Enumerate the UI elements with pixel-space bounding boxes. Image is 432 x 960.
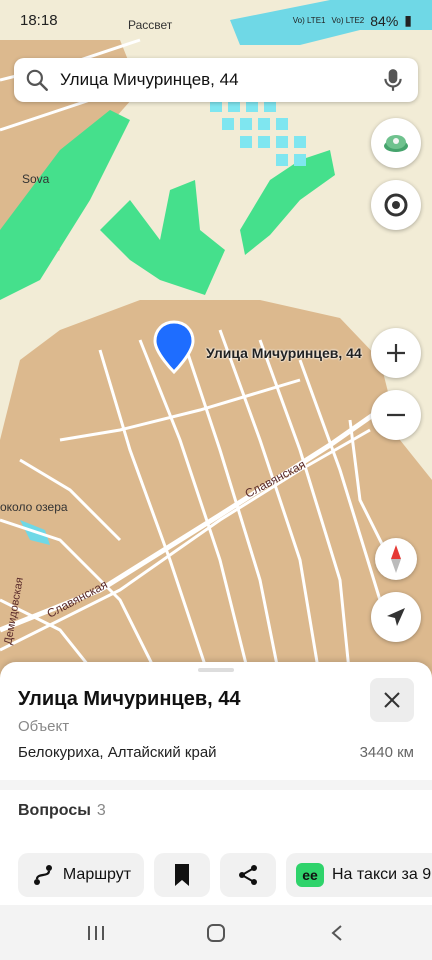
- home-icon[interactable]: [206, 924, 226, 942]
- network1-label: Vo) LTE1: [292, 16, 326, 25]
- assistant-ring-icon: [384, 193, 408, 217]
- section-divider: [0, 780, 432, 790]
- action-bar: Маршрут ee На такси за 9: [0, 845, 432, 905]
- navigation-arrow-icon: [387, 608, 405, 626]
- place-address: Белокуриха, Алтайский край: [18, 744, 217, 761]
- place-title: Улица Мичуринцев, 44: [18, 688, 241, 710]
- bookmark-icon: [175, 864, 189, 886]
- map-label-okolo-ozera: около озера: [0, 500, 68, 514]
- search-bar[interactable]: [14, 58, 418, 102]
- back-icon[interactable]: [330, 925, 344, 941]
- location-pin-icon[interactable]: [152, 320, 196, 376]
- status-bar: 18:18 Vo) LTE1 Vo) LTE2 84% ▮: [0, 0, 432, 40]
- zoom-in-button[interactable]: [371, 328, 421, 378]
- pin-label: Улица Мичуринцев, 44: [206, 345, 362, 361]
- route-button[interactable]: Маршрут: [18, 853, 144, 897]
- minus-icon: [387, 413, 405, 417]
- route-icon: [33, 865, 52, 885]
- alice-assistant-button[interactable]: [371, 180, 421, 230]
- place-type: Объект: [18, 718, 70, 735]
- microphone-icon[interactable]: [380, 67, 406, 93]
- sheet-handle[interactable]: [198, 668, 234, 672]
- bookmark-button[interactable]: [154, 853, 210, 897]
- close-button[interactable]: [370, 678, 414, 722]
- plus-icon: [387, 344, 405, 362]
- compass-icon: [391, 545, 401, 573]
- taxi-icon: ee: [296, 863, 324, 887]
- network2-label: Vo) LTE2: [331, 16, 365, 25]
- status-icons: Vo) LTE1 Vo) LTE2 84% ▮: [293, 12, 412, 29]
- questions-section[interactable]: Вопросы 3: [18, 802, 106, 820]
- layers-button[interactable]: [371, 118, 421, 168]
- system-navigation-bar: [0, 905, 432, 960]
- battery-icon: ▮: [404, 12, 412, 28]
- my-location-button[interactable]: [371, 592, 421, 642]
- recent-apps-icon[interactable]: [86, 925, 106, 941]
- taxi-button[interactable]: ee На такси за 9: [286, 853, 432, 897]
- compass-button[interactable]: [375, 538, 417, 580]
- route-label: Маршрут: [62, 866, 132, 883]
- map-view[interactable]: Рассвет Sova около озера Славянская Слав…: [0, 0, 432, 680]
- share-button[interactable]: [220, 853, 276, 897]
- questions-count: 3: [96, 802, 106, 819]
- share-icon: [239, 865, 257, 885]
- taxi-label: На такси за 9: [332, 866, 432, 883]
- map-label-sova: Sova: [22, 172, 50, 186]
- questions-label: Вопросы: [18, 802, 91, 819]
- search-icon: [26, 69, 48, 91]
- zoom-out-button[interactable]: [371, 390, 421, 440]
- close-icon: [384, 692, 400, 708]
- status-time: 18:18: [20, 12, 58, 29]
- map-canvas[interactable]: [0, 0, 432, 680]
- layers-icon: [384, 135, 408, 152]
- battery-percent: 84%: [370, 12, 399, 29]
- search-input[interactable]: [58, 69, 380, 91]
- place-distance: 3440 км: [359, 744, 414, 761]
